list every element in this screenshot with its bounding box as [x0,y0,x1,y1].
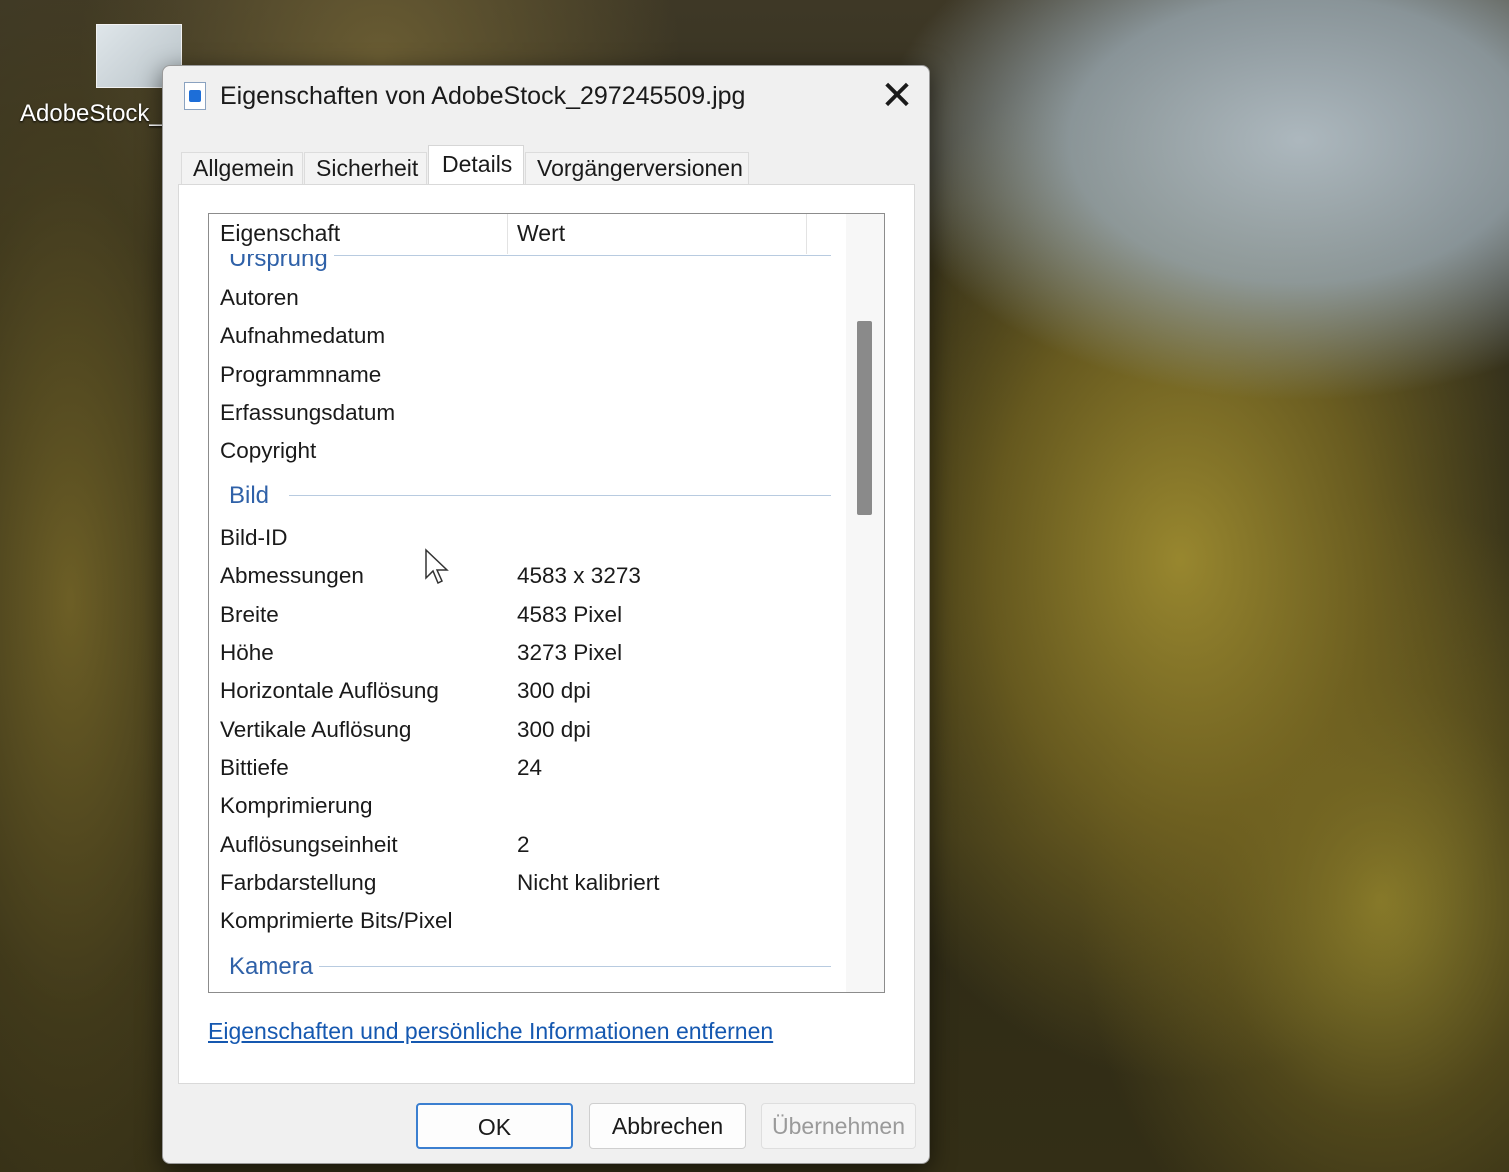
row-value[interactable]: 4583 x 3273 [517,563,641,589]
group-header-ursprung[interactable]: Ursprung [229,254,334,273]
row-property[interactable]: Autoren [220,285,299,311]
tab-details[interactable]: Details [442,151,512,178]
row-property[interactable]: Copyright [220,438,316,464]
row-property[interactable]: Komprimierung [220,793,373,819]
row-property[interactable]: Abmessungen [220,563,364,589]
row-value[interactable]: 300 dpi [517,678,591,704]
mouse-pointer-icon [425,548,449,585]
row-value[interactable]: 24 [517,755,542,781]
group-header-bild[interactable]: Bild [229,482,276,510]
row-property[interactable]: Auflösungseinheit [220,832,398,858]
row-property[interactable]: Komprimierte Bits/Pixel [220,908,453,934]
cancel-button[interactable]: Abbrechen [589,1103,746,1149]
row-property[interactable]: Bild-ID [220,525,288,551]
row-property[interactable]: Erfassungsdatum [220,400,395,426]
group-header-ursprung-clip: Ursprung [209,254,845,278]
column-header-value[interactable]: Wert [517,220,565,247]
tab-allgemein[interactable]: Allgemein [193,155,294,182]
properties-dialog: Eigenschaften von AdobeStock_297245509.j… [162,65,930,1164]
remove-properties-link[interactable]: Eigenschaften und persönliche Informatio… [208,1018,773,1045]
tab-sicherheit[interactable]: Sicherheit [316,155,418,182]
row-value[interactable]: 2 [517,832,530,858]
row-property[interactable]: Programmname [220,362,381,388]
row-value[interactable]: 3273 Pixel [517,640,622,666]
row-property[interactable]: Bittiefe [220,755,289,781]
scrollbar-thumb[interactable] [857,321,872,515]
group-divider [319,966,831,967]
row-value[interactable]: 300 dpi [517,717,591,743]
jpg-file-icon [184,82,206,110]
desktop-icon-label[interactable]: AdobeStock_ [20,100,163,128]
close-button[interactable]: ✕ [869,72,925,120]
row-property[interactable]: Aufnahmedatum [220,323,385,349]
row-value[interactable]: 4583 Pixel [517,602,622,628]
apply-button[interactable]: Übernehmen [761,1103,916,1149]
row-property[interactable]: Farbdarstellung [220,870,376,896]
group-header-kamera[interactable]: Kamera [229,953,320,981]
property-list[interactable]: Eigenschaft Wert Ursprung Autoren Aufnah… [208,213,885,993]
column-separator[interactable] [806,214,807,254]
row-property[interactable]: Breite [220,602,279,628]
row-value[interactable]: Nicht kalibriert [517,870,660,896]
row-property[interactable]: Vertikale Auflösung [220,717,411,743]
row-property[interactable]: Höhe [220,640,274,666]
group-divider [289,495,831,496]
dialog-title: Eigenschaften von AdobeStock_297245509.j… [220,82,746,110]
column-separator[interactable] [507,214,508,254]
details-panel: Eigenschaft Wert Ursprung Autoren Aufnah… [178,184,915,1084]
column-header-property[interactable]: Eigenschaft [220,220,340,247]
row-property[interactable]: Horizontale Auflösung [220,678,439,704]
tab-vorgaengerversionen[interactable]: Vorgängerversionen [537,155,743,182]
ok-button[interactable]: OK [416,1103,573,1149]
